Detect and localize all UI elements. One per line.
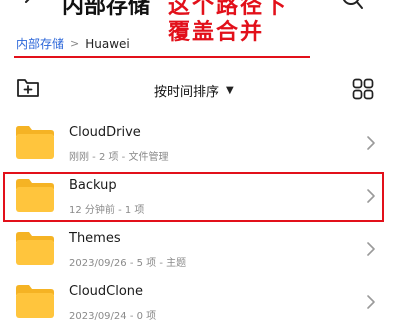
chevron-down-icon: ▼ (226, 85, 234, 96)
folder-name: Themes (69, 231, 121, 246)
toolbar: 按时间排序 ▼ (0, 72, 396, 106)
breadcrumb-separator: > (70, 37, 80, 50)
chevron-right-icon (367, 242, 375, 256)
annotation-underline (14, 56, 310, 58)
annotation-line-2: 覆盖合并 (168, 20, 265, 45)
folder-icon (16, 285, 54, 318)
search-icon[interactable] (342, 0, 364, 10)
folder-name: CloudClone (69, 284, 144, 299)
folder-meta: 2023/09/26 - 5 项 - 主题 (69, 258, 187, 269)
annotation-line-1: 这个路径下 (168, 0, 289, 19)
list-item[interactable]: Themes 2023/09/26 - 5 项 - 主题 (0, 225, 396, 277)
grid-view-icon[interactable] (352, 78, 374, 100)
annotation-highlight-box (3, 172, 384, 222)
annotation-text: 这个路径下 覆盖合并 (168, 0, 288, 46)
folder-meta: 2023/09/24 - 0 项 (69, 311, 157, 322)
list-item[interactable]: CloudDrive 刚刚 - 2 项 - 文件管理 (0, 119, 396, 171)
chevron-right-icon (367, 136, 375, 150)
folder-icon (16, 126, 54, 159)
list-item[interactable]: CloudClone 2023/09/24 - 0 项 (0, 278, 396, 330)
folder-meta: 刚刚 - 2 项 - 文件管理 (69, 152, 169, 163)
breadcrumb: 内部存储 > Huawei (16, 35, 130, 52)
new-folder-icon[interactable] (16, 76, 40, 98)
breadcrumb-root[interactable]: 内部存储 (16, 35, 64, 52)
sort-label: 按时间排序 (154, 85, 220, 100)
breadcrumb-current: Huawei (85, 36, 130, 51)
folder-name: CloudDrive (69, 125, 141, 140)
back-arrow-icon[interactable] (22, 0, 38, 10)
folder-icon (16, 232, 54, 265)
page-title: 内部存储 (62, 0, 151, 19)
chevron-right-icon (367, 295, 375, 309)
sort-dropdown[interactable]: 按时间排序 ▼ (154, 81, 234, 100)
